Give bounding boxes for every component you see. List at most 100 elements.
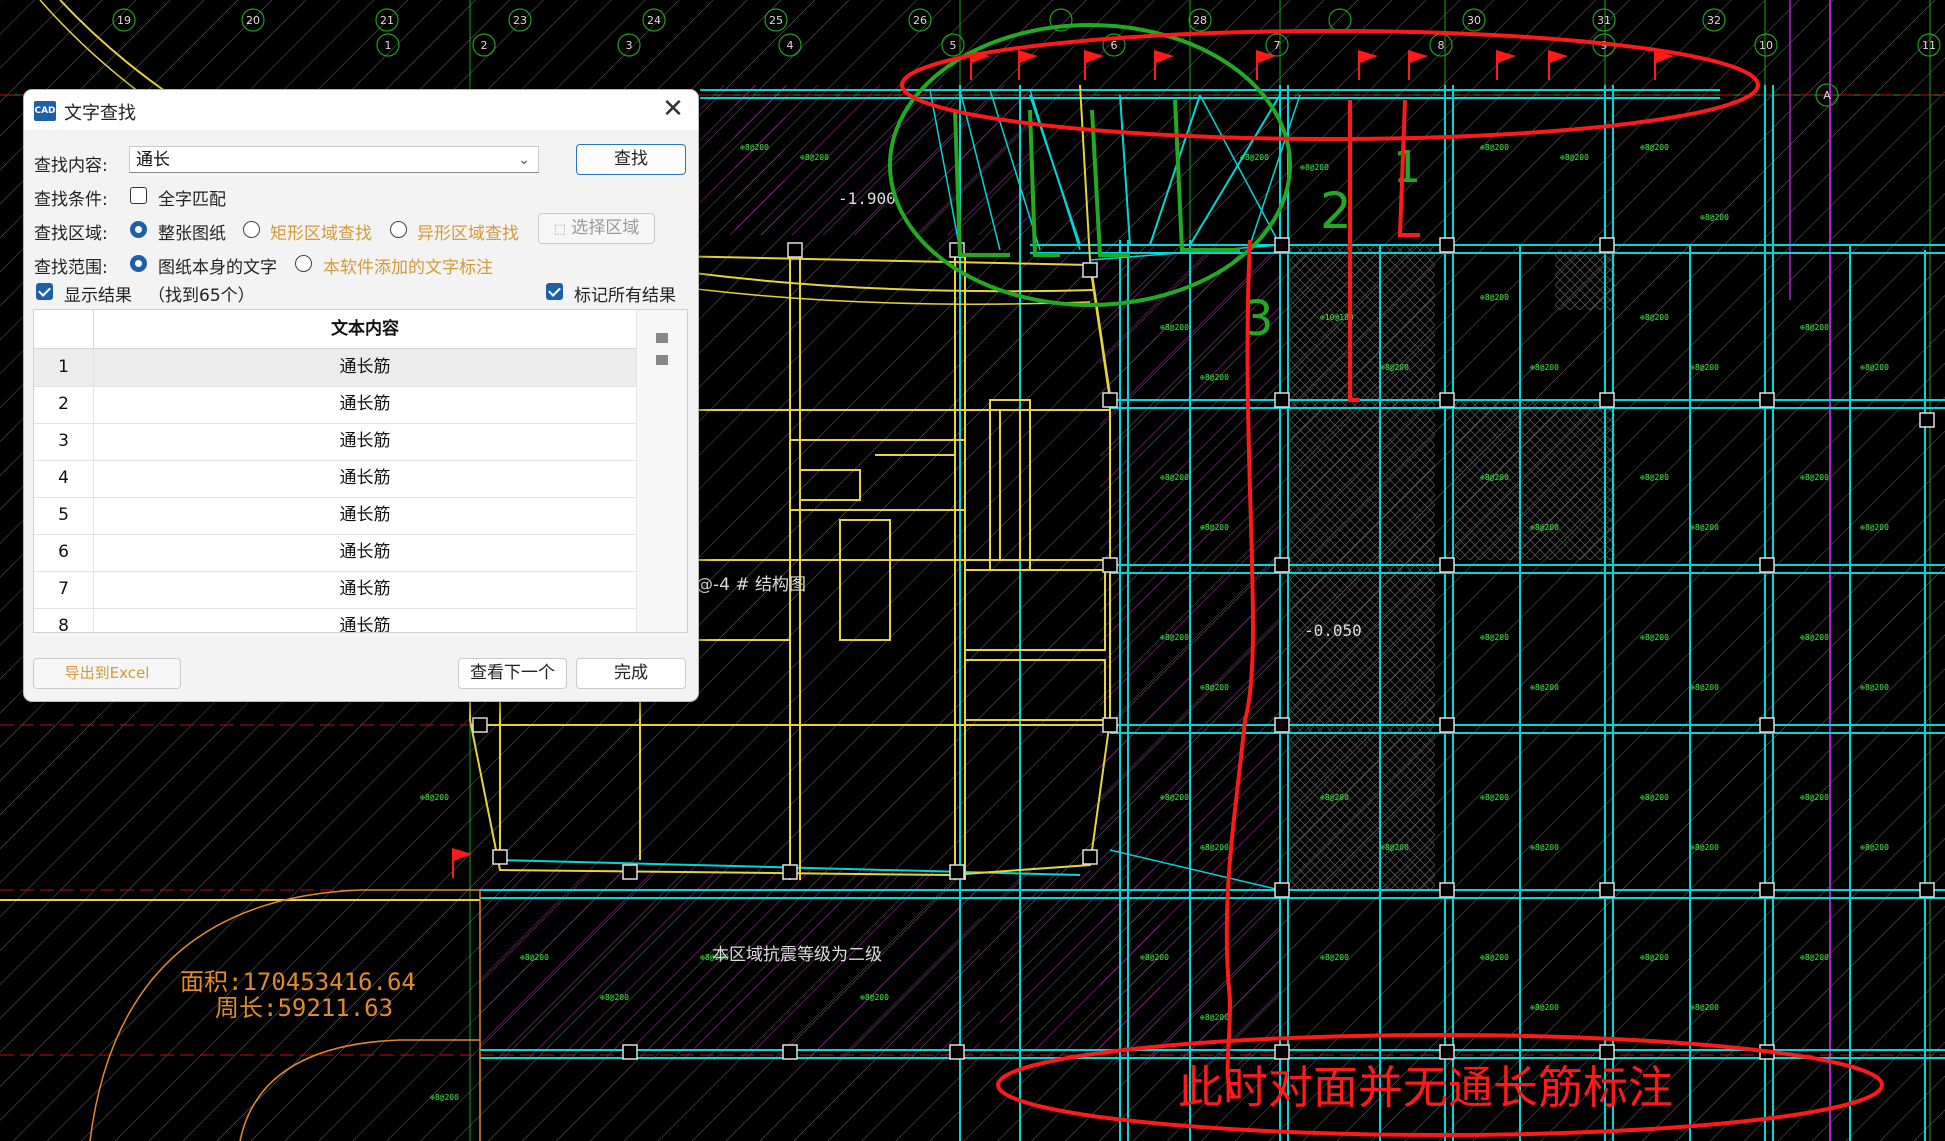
svg-text:⊕8@200: ⊕8@200 xyxy=(1480,293,1509,302)
table-row[interactable]: 1 通长筋 xyxy=(34,349,636,387)
svg-text:⊕8@200: ⊕8@200 xyxy=(1160,633,1189,642)
table-row[interactable]: 7 通长筋 xyxy=(34,571,636,609)
svg-text:⊕8@200: ⊕8@200 xyxy=(1530,1003,1559,1012)
svg-text:⊕8@200: ⊕8@200 xyxy=(1530,843,1559,852)
search-input[interactable]: 通长 ⌄ xyxy=(129,146,539,173)
row-text: 通长筋 xyxy=(339,431,391,451)
row-text: 通长筋 xyxy=(339,357,391,377)
table-row[interactable]: 2 通长筋 xyxy=(34,386,636,424)
row-text: 通长筋 xyxy=(339,616,391,633)
axis-label-1: 1 xyxy=(385,39,392,52)
svg-text:⊕8@200: ⊕8@200 xyxy=(1140,953,1169,962)
axis-label-21: 21 xyxy=(380,14,394,27)
perimeter-measure-text: 周长:59211.63 xyxy=(215,994,393,1022)
svg-text:⊕8@200: ⊕8@200 xyxy=(1160,323,1189,332)
row-text: 通长筋 xyxy=(339,394,391,414)
area-measure-text: 面积:170453416.64 xyxy=(180,968,416,996)
header-index-cell xyxy=(34,310,94,348)
svg-text:⊕8@200: ⊕8@200 xyxy=(1530,523,1559,532)
axis-label-30: 30 xyxy=(1467,14,1481,27)
table-row[interactable]: 4 通长筋 xyxy=(34,460,636,498)
row-index: 4 xyxy=(34,460,94,497)
svg-text:⊕8@200: ⊕8@200 xyxy=(1240,153,1269,162)
svg-text:⊕8@200: ⊕8@200 xyxy=(1160,473,1189,482)
svg-text:⊕8@200: ⊕8@200 xyxy=(1200,373,1229,382)
find-button[interactable]: 查找 xyxy=(576,144,686,175)
table-row[interactable]: 3 通长筋 xyxy=(34,423,636,461)
elevation-label-2: -0.050 xyxy=(1304,621,1362,640)
axis-label-11: 11 xyxy=(1922,39,1936,52)
select-area-icon: ⬚ xyxy=(553,222,566,237)
view-next-button[interactable]: 查看下一个 xyxy=(458,658,567,689)
radio-irregular-area[interactable] xyxy=(390,221,407,238)
svg-text:⊕8@200: ⊕8@200 xyxy=(1860,843,1889,852)
axis-label-A: A xyxy=(1823,89,1831,102)
mark-all-label: 标记所有结果 xyxy=(574,286,676,306)
row-text: 通长筋 xyxy=(339,505,391,525)
svg-text:⊕8@200: ⊕8@200 xyxy=(1640,143,1669,152)
svg-text:⊕8@200: ⊕8@200 xyxy=(520,953,549,962)
structure-ref-text: @-4 # 结构图 xyxy=(696,575,806,595)
export-excel-button[interactable]: 导出到Excel xyxy=(33,658,181,689)
dialog-titlebar[interactable]: CAD 文字查找 ✕ xyxy=(24,90,698,130)
svg-text:⊕8@200: ⊕8@200 xyxy=(1690,843,1719,852)
svg-text:⊕8@200: ⊕8@200 xyxy=(1690,523,1719,532)
done-button[interactable]: 完成 xyxy=(576,658,686,689)
axis-label-24: 24 xyxy=(647,14,661,27)
svg-text:⊕8@200: ⊕8@200 xyxy=(1860,523,1889,532)
scroll-up-marker[interactable] xyxy=(656,333,668,343)
radio-software-annotation[interactable] xyxy=(295,255,312,272)
row-index: 5 xyxy=(34,497,94,534)
mark-all-checkbox[interactable] xyxy=(546,283,563,300)
table-row[interactable]: 6 通长筋 xyxy=(34,534,636,572)
svg-text:⊕8@200: ⊕8@200 xyxy=(1320,953,1349,962)
svg-text:⊕8@200: ⊕8@200 xyxy=(1320,793,1349,802)
row-text: 通长筋 xyxy=(339,542,391,562)
search-condition-label: 查找条件: xyxy=(34,190,108,210)
axis-label-6: 6 xyxy=(1111,39,1118,52)
results-scrollbar[interactable] xyxy=(636,310,687,632)
svg-text:⊕8@200: ⊕8@200 xyxy=(1200,1013,1229,1022)
radio-drawing-text[interactable] xyxy=(130,255,147,272)
table-row[interactable]: 8 通长筋 xyxy=(34,608,636,633)
whole-word-checkbox[interactable] xyxy=(130,187,147,204)
svg-text:⊕8@200: ⊕8@200 xyxy=(1530,363,1559,372)
select-area-button[interactable]: ⬚ 选择区域 xyxy=(538,213,655,244)
axis-label-23: 23 xyxy=(513,14,527,27)
svg-text:⊕8@200: ⊕8@200 xyxy=(1800,793,1829,802)
show-results-checkbox[interactable] xyxy=(36,283,53,300)
svg-text:⊕8@200: ⊕8@200 xyxy=(1800,633,1829,642)
chevron-down-icon[interactable]: ⌄ xyxy=(518,147,530,174)
close-icon[interactable]: ✕ xyxy=(656,94,690,126)
search-area-label: 查找区域: xyxy=(34,224,108,244)
svg-text:⊕8@200: ⊕8@200 xyxy=(860,993,889,1002)
results-table-header: 文本内容 xyxy=(34,310,636,349)
row-index: 6 xyxy=(34,534,94,571)
elevation-label-1: -1.900 xyxy=(838,189,896,208)
axis-label-31: 31 xyxy=(1597,14,1611,27)
row-text: 通长筋 xyxy=(339,468,391,488)
scroll-thumb[interactable] xyxy=(656,355,668,365)
radio-irregular-area-label: 异形区域查找 xyxy=(417,224,519,244)
radio-whole-drawing[interactable] xyxy=(130,221,147,238)
radio-rect-area[interactable] xyxy=(243,221,260,238)
svg-text:⊕8@200: ⊕8@200 xyxy=(1640,793,1669,802)
svg-text:⊕8@200: ⊕8@200 xyxy=(1300,163,1329,172)
svg-text:⊕8@200: ⊕8@200 xyxy=(1480,473,1509,482)
svg-text:⊕8@200: ⊕8@200 xyxy=(1860,363,1889,372)
row-text: 通长筋 xyxy=(339,579,391,599)
svg-text:⊕8@200: ⊕8@200 xyxy=(1480,953,1509,962)
table-row[interactable]: 5 通长筋 xyxy=(34,497,636,535)
axis-label-10: 10 xyxy=(1759,39,1773,52)
row-index: 8 xyxy=(34,608,94,632)
whole-word-label: 全字匹配 xyxy=(158,190,226,210)
svg-text:⊕8@200: ⊕8@200 xyxy=(1480,143,1509,152)
search-content-label: 查找内容: xyxy=(34,156,108,176)
result-count: （找到65个） xyxy=(148,286,255,306)
axis-label-3: 3 xyxy=(626,39,633,52)
svg-text:⊕8@200: ⊕8@200 xyxy=(1560,153,1589,162)
row-index: 2 xyxy=(34,386,94,423)
svg-text:⊕8@200: ⊕8@200 xyxy=(420,793,449,802)
radio-rect-area-label: 矩形区域查找 xyxy=(270,224,372,244)
svg-text:⊕8@200: ⊕8@200 xyxy=(1690,1003,1719,1012)
